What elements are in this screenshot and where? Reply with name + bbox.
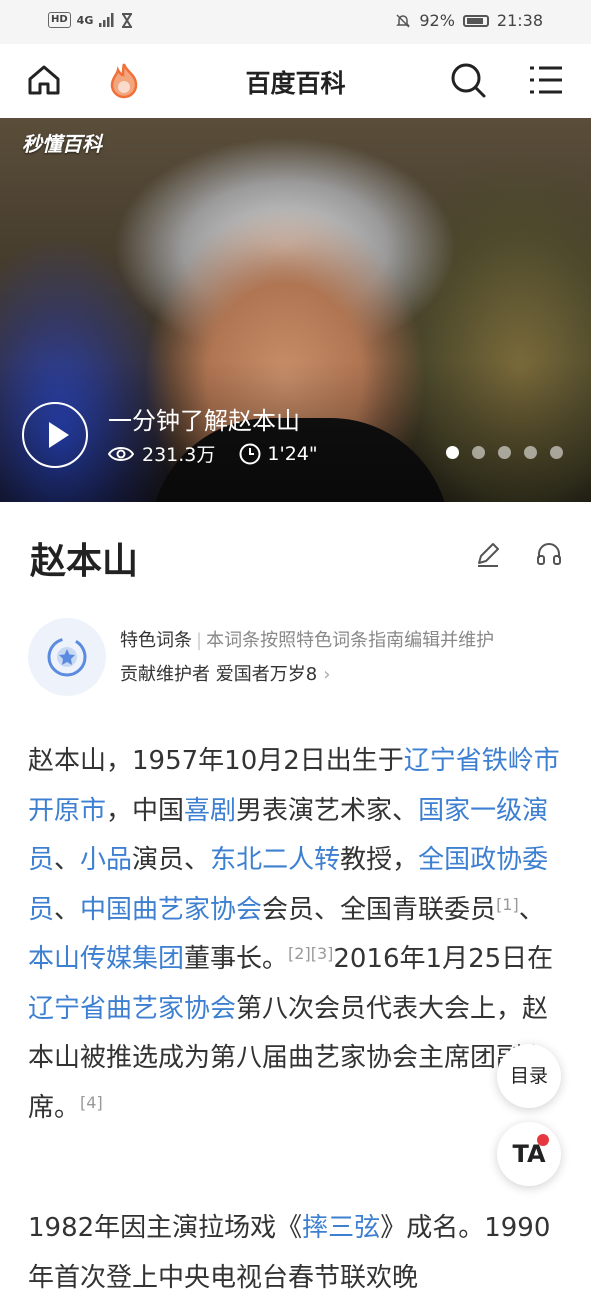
link-liaoning-quyi[interactable]: 辽宁省曲艺家协会 <box>28 994 236 1024</box>
carousel-dot[interactable] <box>550 446 563 459</box>
maintainer-line[interactable]: 贡献维护者 爱国者万岁8 › <box>120 660 330 686</box>
hourglass-icon <box>122 12 133 28</box>
headphones-icon[interactable] <box>535 540 563 568</box>
video-title: 一分钟了解赵本山 <box>108 407 300 435</box>
carousel-indicator <box>446 446 563 459</box>
signal-icon <box>99 13 114 27</box>
maintainer-label: 贡献维护者 <box>120 664 210 685</box>
link-comedy[interactable]: 喜剧 <box>184 796 236 826</box>
featured-line: 特色词条 | 本词条按照特色词条指南编辑并维护 <box>120 630 495 651</box>
carousel-dot[interactable] <box>472 446 485 459</box>
summary-paragraph: 赵本山，1957年10月2日出生于辽宁省铁岭市开原市，中国喜剧男表演艺术家、国家… <box>28 746 560 1123</box>
eye-icon <box>108 446 134 461</box>
menu-icon[interactable] <box>526 60 566 100</box>
carousel-dot[interactable] <box>524 446 537 459</box>
link-benshan-media[interactable]: 本山传媒集团 <box>28 944 184 974</box>
career-paragraph: 1982年因主演拉场戏《摔三弦》成名。1990年首次登上中央电视台春节联欢晚 <box>28 1213 551 1293</box>
citation[interactable]: [1] <box>496 895 519 914</box>
link-sketch[interactable]: 小品 <box>80 845 132 875</box>
toc-button[interactable]: 目录 <box>497 1044 561 1108</box>
play-button[interactable] <box>22 402 88 468</box>
network-type: HD <box>48 12 71 28</box>
link-quyi-association[interactable]: 中国曲艺家协会 <box>80 895 262 925</box>
citation[interactable]: [4] <box>80 1093 103 1112</box>
link-shuaisanxian[interactable]: 摔三弦 <box>302 1213 380 1243</box>
edit-pencil-icon[interactable] <box>474 540 502 568</box>
maintainer-name[interactable]: 爱国者万岁8 <box>216 664 317 685</box>
notification-dot <box>537 1134 549 1146</box>
chevron-right-icon: › <box>323 664 331 685</box>
battery-percent: 92% <box>419 11 455 30</box>
battery-icon <box>462 14 489 27</box>
citation[interactable]: [2][3] <box>288 944 333 963</box>
clock: 21:38 <box>496 11 543 30</box>
view-count: 231.3万 <box>142 444 216 466</box>
carousel-dot[interactable] <box>498 446 511 459</box>
status-bar: HD 4G 92% 21:38 <box>0 0 591 44</box>
miaodong-logo: 秒懂百科 <box>22 132 102 156</box>
carousel-dot[interactable] <box>446 446 459 459</box>
video-duration: 1'24" <box>267 442 318 465</box>
mute-bell-icon <box>396 13 411 28</box>
entry-title: 赵本山 <box>30 541 139 582</box>
page-title: 百度百科 <box>245 69 346 98</box>
ta-button[interactable]: TA <box>497 1122 561 1186</box>
star-badge-icon <box>47 637 87 677</box>
video-banner[interactable]: 秒懂百科 一分钟了解赵本山 231.3万 1'24" <box>0 118 591 502</box>
clock-icon <box>239 443 261 464</box>
featured-desc[interactable]: 本词条按照特色词条指南编辑并维护 <box>206 630 494 651</box>
video-meta: 231.3万 1'24" <box>108 440 326 467</box>
search-icon[interactable] <box>448 60 488 100</box>
featured-label: 特色词条 <box>120 630 192 651</box>
signal-label: 4G <box>76 13 94 27</box>
featured-badge <box>28 618 106 696</box>
link-errenzhuan[interactable]: 东北二人转 <box>210 845 340 875</box>
top-nav: 百度百科 <box>0 44 591 119</box>
